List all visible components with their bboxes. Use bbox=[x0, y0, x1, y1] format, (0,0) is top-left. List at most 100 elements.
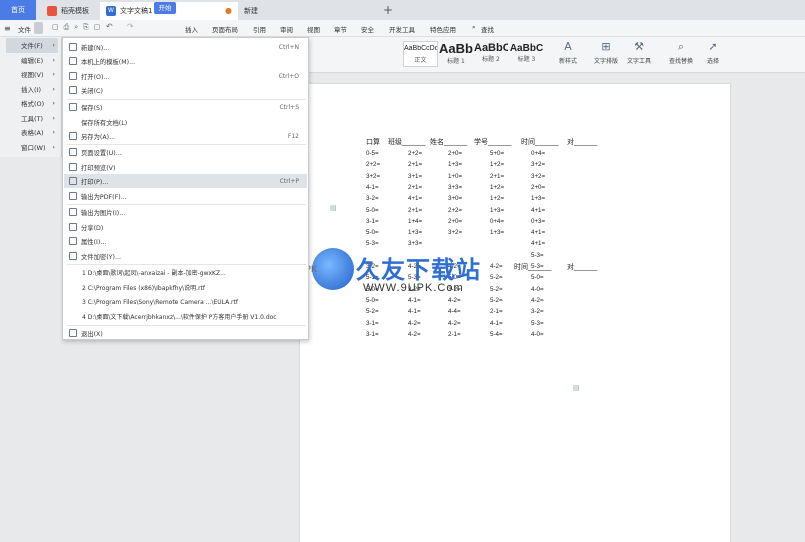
menu-export-image[interactable]: 输出为图片(I)... bbox=[64, 205, 307, 219]
recent-file-3[interactable]: 3 C:\Program Files\Sony\Remote Camera ..… bbox=[64, 295, 307, 309]
menu-export-pdf[interactable]: 输出为PDF(F)... bbox=[64, 189, 307, 203]
paragraph-marker-icon: ▤ bbox=[330, 204, 337, 212]
problem-cell: 4-0= bbox=[531, 330, 544, 338]
menu-close[interactable]: 关闭(C) bbox=[64, 83, 307, 97]
document-page[interactable] bbox=[300, 84, 730, 542]
problem-cell: 0-5= bbox=[366, 150, 379, 157]
page-setup-icon bbox=[69, 148, 77, 156]
find-replace-button[interactable]: ⌕ 查找替换 bbox=[664, 40, 698, 65]
problem-cell: 3-2= bbox=[366, 195, 379, 203]
redo-icon[interactable]: ↷ bbox=[127, 22, 134, 31]
menu-save[interactable]: 保存(S) Ctrl+S bbox=[64, 100, 307, 114]
undo-icon[interactable]: ↶ bbox=[106, 22, 113, 31]
text-layout-button[interactable]: ⊞ 文字排版 bbox=[589, 40, 623, 65]
add-tab-button[interactable]: + bbox=[383, 3, 393, 17]
select-button[interactable]: ➚ 选择 bbox=[696, 40, 730, 65]
menu-file[interactable]: 文件(F) › bbox=[6, 38, 58, 53]
tab-chapter[interactable]: 章节 bbox=[334, 24, 347, 34]
tab-review[interactable]: 审阅 bbox=[280, 24, 293, 34]
menu-save-label: 保存(S) bbox=[81, 104, 103, 112]
problem-cell: 5-3= bbox=[366, 240, 379, 248]
menu-new[interactable]: 新建(N)... Ctrl+N bbox=[64, 40, 307, 54]
file-menu-dropdown-icon[interactable] bbox=[34, 22, 43, 34]
style-normal-sample: AaBbCcDd bbox=[404, 45, 437, 52]
menu-insert[interactable]: 插入(I) › bbox=[6, 82, 58, 97]
new-style-button[interactable]: A 新样式 bbox=[551, 40, 585, 65]
watermark-title: 久友下载站 bbox=[356, 256, 481, 284]
tab-layout[interactable]: 页面布局 bbox=[212, 24, 238, 34]
menu-local-templates[interactable]: 本机上的模板(M)... bbox=[64, 54, 307, 68]
save-icon bbox=[69, 103, 77, 111]
file-menu-button[interactable]: 文件 bbox=[18, 24, 31, 34]
text-tools-button[interactable]: ⚒ 文字工具 bbox=[622, 40, 656, 65]
tab-start[interactable]: 开始 bbox=[154, 2, 176, 14]
printer-icon bbox=[69, 177, 77, 185]
menu-print[interactable]: 打印(P)... Ctrl+P bbox=[64, 174, 307, 188]
style-heading3-sample: AaBbC bbox=[509, 43, 544, 54]
paste-options-icon[interactable]: ▤ bbox=[573, 384, 580, 392]
menu-view[interactable]: 视图(V) › bbox=[6, 67, 58, 82]
menu-insert-label: 插入(I) bbox=[21, 86, 41, 95]
problem-cell: 5-0= bbox=[366, 229, 379, 237]
problem-cell: 5+0= bbox=[490, 150, 505, 157]
menu-share[interactable]: 分享(D) bbox=[64, 220, 307, 234]
problem-cell: 1+3= bbox=[531, 195, 546, 203]
problem-cell: 4+1= bbox=[408, 195, 423, 203]
menu-format[interactable]: 格式(O) › bbox=[6, 96, 58, 111]
tab-security[interactable]: 安全 bbox=[361, 24, 374, 34]
style-heading3[interactable]: AaBbC 标题 3 bbox=[509, 41, 544, 67]
recent-file-2[interactable]: 2 C:\Program Files (x86)\Ibapkfhy\说明.rtf bbox=[64, 280, 307, 294]
style-heading1[interactable]: AaBb 标题 1 bbox=[439, 41, 473, 67]
style-heading1-label: 标题 1 bbox=[447, 58, 465, 65]
problem-cell: 4-2= bbox=[408, 319, 421, 327]
menu-print-preview[interactable]: 打印预览(V) bbox=[64, 160, 307, 174]
chevron-right-icon: › bbox=[52, 41, 55, 50]
menu-exit[interactable]: 退出(X) bbox=[64, 326, 307, 340]
menu-properties[interactable]: 属性(I)... bbox=[64, 234, 307, 248]
magnifier-icon: ⌕ bbox=[677, 40, 685, 53]
worksheet-header-id: 学号______ bbox=[474, 139, 512, 146]
tab-new[interactable]: 新建 bbox=[238, 2, 368, 20]
menu-tools[interactable]: 工具(T) › bbox=[6, 111, 58, 126]
problem-cell: 3-1= bbox=[366, 217, 379, 225]
tab-templates[interactable]: 稻壳模板 bbox=[41, 2, 101, 20]
menu-print-label: 打印(P)... bbox=[81, 178, 109, 186]
search-button[interactable]: 查找 bbox=[481, 24, 494, 34]
problem-cell: 3+2= bbox=[448, 229, 463, 237]
menu-table[interactable]: 表格(A) › bbox=[6, 125, 58, 140]
tab-home[interactable]: 首页 bbox=[0, 0, 36, 20]
tab-features[interactable]: 特色应用 bbox=[430, 24, 456, 34]
problem-cell: 5-2= bbox=[490, 274, 503, 282]
word-doc-icon: W bbox=[106, 6, 116, 16]
tab-home-label: 首页 bbox=[11, 6, 25, 14]
tab-devtools[interactable]: 开发工具 bbox=[389, 24, 415, 34]
menu-encrypt[interactable]: 文件加密(Y)... bbox=[64, 249, 307, 263]
tab-insert[interactable]: 插入 bbox=[185, 24, 198, 34]
style-normal[interactable]: AaBbCcDd 正文 bbox=[403, 41, 438, 67]
menu-table-label: 表格(A) bbox=[21, 129, 44, 138]
close-doc-icon bbox=[69, 86, 77, 94]
new-style-label: 新样式 bbox=[558, 58, 577, 65]
recent-file-1[interactable]: 1 D:\桌面\歌词\起凤\-anxaizai - 副本-加密-gwxKZ... bbox=[64, 265, 307, 279]
problem-cell: 2+0= bbox=[531, 183, 546, 191]
watermark-logo bbox=[312, 248, 354, 290]
share-icon bbox=[69, 223, 77, 231]
menu-page-setup[interactable]: 页面设置(U)... bbox=[64, 145, 307, 159]
problem-cell: 4-1= bbox=[490, 319, 503, 327]
menu-open[interactable]: 打开(O)... Ctrl+O bbox=[64, 69, 307, 83]
style-heading2[interactable]: AaBbC 标题 2 bbox=[474, 41, 508, 67]
template-icon bbox=[69, 57, 77, 65]
search-icon[interactable]: ⌕ bbox=[472, 23, 476, 32]
quick-access-icons[interactable]: ▢⎙⌕⎘▢ bbox=[52, 23, 105, 32]
menu-edit[interactable]: 编辑(E) › bbox=[6, 53, 58, 68]
menu-save-all[interactable]: 保存所有文档(L) bbox=[64, 115, 307, 129]
problem-cell: 4+1= bbox=[531, 240, 546, 248]
menu-view-label: 视图(V) bbox=[21, 71, 44, 80]
tab-view[interactable]: 视图 bbox=[307, 24, 320, 34]
menu-window[interactable]: 窗口(W) › bbox=[6, 140, 58, 155]
recent-file-4[interactable]: 4 D:\桌面\文下载\Acerrjbhkanxz\...\软件保护 P方客用户… bbox=[64, 309, 307, 323]
problem-cell: 2+0= bbox=[448, 217, 463, 225]
hamburger-icon[interactable]: ≡ bbox=[4, 24, 11, 33]
menu-save-as[interactable]: 另存为(A)... F12 bbox=[64, 129, 307, 143]
tab-references[interactable]: 引用 bbox=[253, 24, 266, 34]
